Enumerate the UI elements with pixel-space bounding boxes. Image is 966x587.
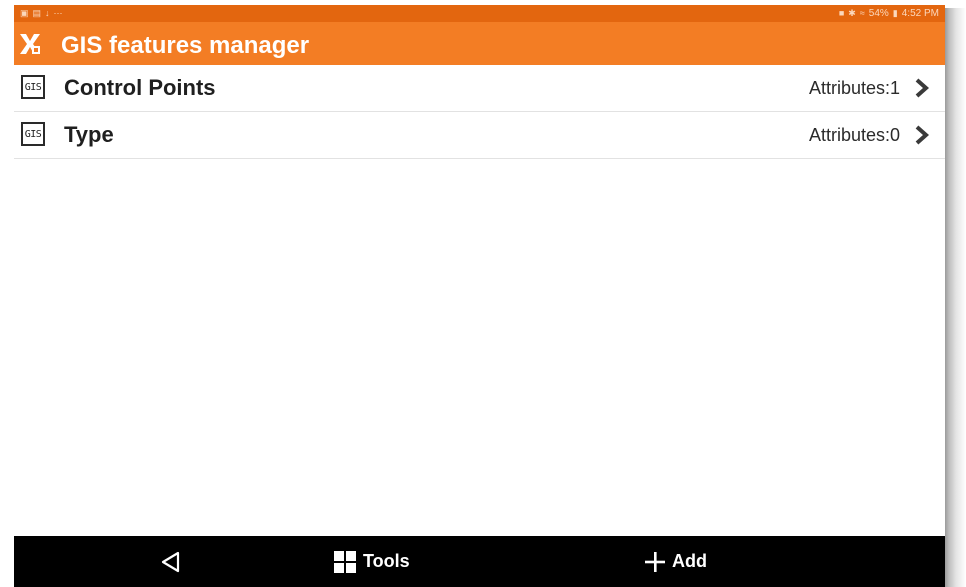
feature-attributes-count: Attributes:1 <box>808 78 900 98</box>
feature-name: Control Points <box>64 75 216 100</box>
battery-icon: ▮ <box>892 8 898 18</box>
clock-time: 4:52 PM <box>901 8 939 19</box>
app-bar: GIS features manager <box>14 22 945 65</box>
feature-list: GIS Control Points Attributes:1 GIS Type… <box>14 65 945 159</box>
more-icon: ⋯ <box>53 8 63 18</box>
grid-icon <box>334 550 356 573</box>
add-label: Add <box>672 551 707 571</box>
back-button[interactable] <box>159 536 183 587</box>
bottom-nav-bar: Tools Add <box>14 536 945 587</box>
back-triangle-icon <box>161 551 180 572</box>
status-left-icons: ▣ ▤ ↓ ⋯ <box>20 5 63 22</box>
app-logo-icon <box>19 33 41 55</box>
page-title: GIS features manager <box>61 32 310 59</box>
alarm-icon: ■ <box>838 8 845 18</box>
download-icon: ↓ <box>45 8 50 18</box>
chevron-right-icon <box>915 125 930 145</box>
tools-label: Tools <box>363 551 410 571</box>
status-bar: ▣ ▤ ↓ ⋯ ■ ✱ ≈ 54% ▮ 4:52 PM <box>14 5 945 22</box>
feature-row-control-points[interactable]: GIS Control Points Attributes:1 <box>14 65 945 112</box>
gallery-icon: ▣ <box>20 8 29 18</box>
feature-attributes-count: Attributes:0 <box>808 125 900 145</box>
screen-shadow <box>945 8 966 587</box>
cast-icon: ▤ <box>32 8 42 18</box>
tools-button[interactable]: Tools <box>333 536 410 587</box>
gis-layer-icon: GIS <box>21 75 45 99</box>
battery-percent: 54% <box>868 8 889 19</box>
bluetooth-icon: ✱ <box>848 8 856 18</box>
gis-layer-icon: GIS <box>21 122 45 146</box>
device-screen: ▣ ▤ ↓ ⋯ ■ ✱ ≈ 54% ▮ 4:52 PM GIS features… <box>14 5 945 587</box>
status-right-icons: ■ ✱ ≈ 54% ▮ 4:52 PM <box>839 5 939 22</box>
feature-row-type[interactable]: GIS Type Attributes:0 <box>14 112 945 159</box>
wifi-icon: ≈ <box>859 8 865 18</box>
feature-name: Type <box>64 122 114 147</box>
plus-icon <box>645 551 665 572</box>
chevron-right-icon <box>915 78 930 98</box>
add-button[interactable]: Add <box>644 536 707 587</box>
